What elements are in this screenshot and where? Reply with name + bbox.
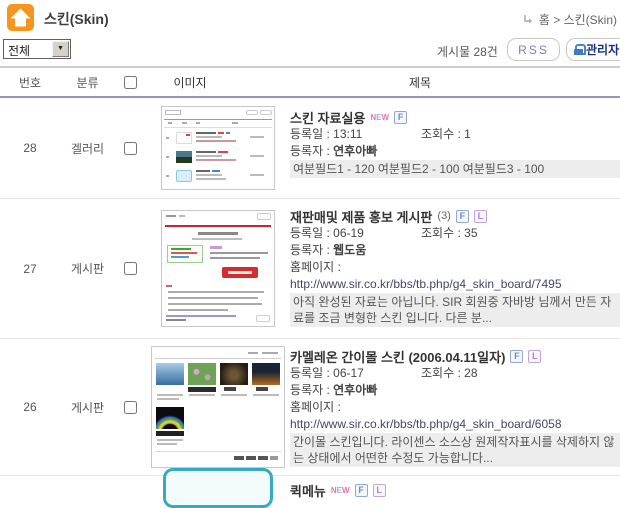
table-row: 28 겔러리: [0, 98, 620, 199]
post-number: 26: [0, 339, 60, 475]
post-thumbnail[interactable]: [161, 106, 275, 190]
rss-button[interactable]: RSS: [507, 38, 560, 61]
post-date: 06-17: [333, 366, 364, 380]
admin-button-label: 관리자: [586, 41, 619, 58]
rss-button-label: RSS: [518, 43, 549, 57]
post-summary: 아직 완성된 자료는 아닙니다. SIR 회원중 자바방 님께서 만든 자료를 …: [290, 293, 620, 327]
post-title-link[interactable]: 카멜레온 간이몰 스킨 (2006.04.11일자): [290, 347, 505, 366]
admin-button[interactable]: 관리자: [566, 38, 620, 61]
post-title-link[interactable]: 재판매및 제품 홍보 게시판: [290, 207, 432, 226]
category-select[interactable]: 전체 ▼: [3, 39, 71, 59]
post-date: 13:11: [333, 127, 362, 141]
select-all-checkbox[interactable]: [124, 76, 137, 89]
post-list: 28 겔러리: [0, 98, 620, 495]
post-views: 28: [464, 366, 477, 380]
post-meta: 등록일 : 06-17조회수 : 28: [290, 365, 620, 382]
table-row: 26 게시판: [0, 339, 620, 476]
column-header-number: 번호: [0, 74, 60, 91]
select-dropdown-arrow-icon[interactable]: ▼: [52, 41, 69, 57]
post-meta: 등록일 : 13:11조회수 : 1: [290, 126, 620, 143]
row-checkbox[interactable]: [124, 142, 137, 155]
homepage-url: http://www.sir.co.kr/bbs/tb.php/g4_skin_…: [290, 416, 620, 433]
column-header-category: 분류: [60, 74, 115, 91]
link-badge-icon: L: [474, 210, 487, 223]
page-title: 스킨(Skin): [44, 9, 109, 29]
homepage-label: 홈페이지 :: [290, 259, 620, 276]
post-author-line: 등록자 : 연후아빠: [290, 143, 620, 160]
row-checkbox[interactable]: [124, 401, 137, 414]
post-thumbnail[interactable]: [151, 346, 285, 468]
breadcrumb[interactable]: 홈 > 스킨(Skin): [522, 11, 617, 28]
post-views: 1: [464, 127, 471, 141]
post-category[interactable]: 게시판: [60, 199, 115, 338]
post-number: 28: [0, 98, 60, 198]
file-badge-icon: F: [394, 111, 407, 124]
home-icon: [7, 4, 34, 31]
post-category[interactable]: 게시판: [60, 339, 115, 475]
column-header-title: 제목: [409, 76, 431, 90]
new-badge: NEW: [331, 486, 350, 495]
file-badge-icon: F: [456, 210, 469, 223]
file-badge-icon: F: [510, 350, 523, 363]
table-row: 퀵메뉴 NEW F L: [0, 476, 620, 495]
post-category[interactable]: 겔러리: [60, 98, 115, 198]
post-date: 06-19: [333, 226, 364, 240]
homepage-url: http://www.sir.co.kr/bbs/tb.php/g4_skin_…: [290, 276, 620, 293]
category-select-value: 전체: [8, 42, 30, 59]
new-badge: NEW: [370, 113, 389, 122]
post-author: 연후아빠: [333, 383, 377, 397]
post-author: 웹도움: [333, 243, 366, 257]
post-author-line: 등록자 : 웹도움: [290, 242, 620, 259]
comment-count: (3): [437, 210, 450, 222]
post-title-link[interactable]: 퀵메뉴: [290, 481, 326, 500]
post-author: 연후아빠: [333, 144, 377, 158]
post-count: 게시물 28건: [437, 43, 498, 60]
post-title-link[interactable]: 스킨 자료실용: [290, 108, 365, 127]
post-thumbnail[interactable]: [163, 468, 273, 508]
breadcrumb-text: 홈 > 스킨(Skin): [539, 11, 617, 28]
lock-icon: [574, 44, 583, 55]
post-author-line: 등록자 : 연후아빠: [290, 382, 620, 399]
post-number: 27: [0, 199, 60, 338]
post-meta: 등록일 : 06-19조회수 : 35: [290, 225, 620, 242]
row-checkbox[interactable]: [124, 262, 137, 275]
extra-fields: 여분필드1 - 120 여분필드2 - 100 여분필드3 - 100: [290, 160, 620, 178]
link-badge-icon: L: [528, 350, 541, 363]
post-summary: 간이몰 스킨입니다. 라이센스 소스상 원제작자표시를 삭제하지 않는 상태에서…: [290, 433, 620, 467]
column-header-image: 이미지: [173, 74, 206, 91]
board-page: { "header": { "title": "스킨(Skin)", "brea…: [0, 0, 620, 495]
table-header: 번호 분류 이미지 제목: [0, 66, 620, 98]
homepage-label: 홈페이지 :: [290, 399, 620, 416]
table-row: 27 게시판: [0, 199, 620, 339]
post-thumbnail[interactable]: [161, 210, 275, 327]
post-views: 35: [464, 226, 477, 240]
corner-arrow-icon: [522, 14, 533, 25]
